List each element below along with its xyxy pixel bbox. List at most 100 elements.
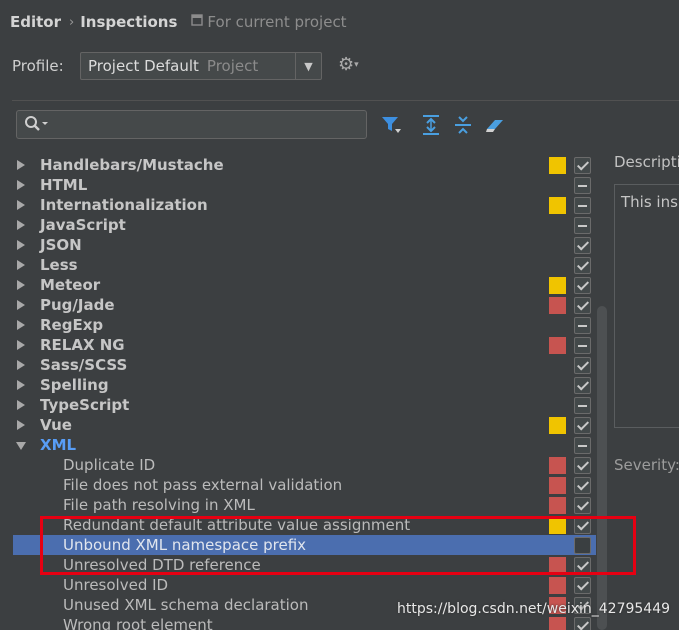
gear-icon[interactable]: ⚙▾	[338, 56, 359, 74]
severity-error-icon	[549, 477, 566, 494]
expand-arrow-right-icon[interactable]	[17, 420, 25, 430]
enable-checkbox[interactable]	[574, 197, 591, 214]
expand-arrow-right-icon[interactable]	[17, 360, 25, 370]
tree-item-row[interactable]: File does not pass external validation	[13, 475, 596, 495]
tree-item-label: Pug/Jade	[40, 296, 115, 314]
enable-checkbox[interactable]	[574, 277, 591, 294]
severity-warning-icon	[549, 277, 566, 294]
enable-checkbox[interactable]	[574, 377, 591, 394]
severity-error-icon	[549, 457, 566, 474]
enable-checkbox[interactable]	[574, 177, 591, 194]
tree-group-row[interactable]: Pug/Jade	[13, 295, 596, 315]
tree-group-row[interactable]: Spelling	[13, 375, 596, 395]
expand-arrow-right-icon[interactable]	[17, 160, 25, 170]
expand-arrow-right-icon[interactable]	[17, 320, 25, 330]
tree-item-label: JavaScript	[40, 216, 126, 234]
severity-error-icon	[549, 297, 566, 314]
tree-item-label: RegExp	[40, 316, 104, 334]
breadcrumb-editor[interactable]: Editor	[10, 13, 61, 31]
severity-label: Severity:	[614, 456, 679, 474]
enable-checkbox[interactable]	[574, 457, 591, 474]
tree-item-label: File path resolving in XML	[63, 496, 255, 514]
tree-group-row[interactable]: JavaScript	[13, 215, 596, 235]
filter-icon[interactable]	[380, 114, 402, 136]
search-input[interactable]	[16, 110, 367, 139]
tree-group-row[interactable]: Handlebars/Mustache	[13, 155, 596, 175]
expand-arrow-right-icon[interactable]	[17, 300, 25, 310]
tree-group-row[interactable]: Meteor	[13, 275, 596, 295]
tree-item-label: HTML	[40, 176, 88, 194]
tree-item-label: JSON	[40, 236, 82, 254]
expand-arrow-right-icon[interactable]	[17, 380, 25, 390]
tree-item-label: Meteor	[40, 276, 101, 294]
tree-group-row[interactable]: Vue	[13, 415, 596, 435]
expand-all-icon[interactable]	[420, 114, 442, 136]
profile-dropdown[interactable]: Project Default Project ▼	[80, 52, 322, 80]
tree-group-row[interactable]: JSON	[13, 235, 596, 255]
enable-checkbox[interactable]	[574, 477, 591, 494]
tree-group-row[interactable]: TypeScript	[13, 395, 596, 415]
highlight-box	[40, 516, 636, 575]
tree-item-row[interactable]: Wrong root element	[13, 615, 596, 630]
enable-checkbox[interactable]	[574, 497, 591, 514]
enable-checkbox[interactable]	[574, 217, 591, 234]
enable-checkbox[interactable]	[574, 297, 591, 314]
enable-checkbox[interactable]	[574, 157, 591, 174]
tree-item-label: Vue	[40, 416, 72, 434]
tree-group-row[interactable]: XML	[13, 435, 596, 455]
description-box: This insp	[614, 184, 679, 428]
enable-checkbox[interactable]	[574, 437, 591, 454]
tree-item-label: XML	[40, 436, 77, 454]
collapse-all-icon[interactable]	[452, 114, 474, 136]
tree-group-row[interactable]: RegExp	[13, 315, 596, 335]
tree-item-label: Unresolved ID	[63, 576, 169, 594]
tree-item-label: Sass/SCSS	[40, 356, 128, 374]
tree-group-row[interactable]: Less	[13, 255, 596, 275]
expand-arrow-right-icon[interactable]	[17, 280, 25, 290]
expand-arrow-right-icon[interactable]	[17, 260, 25, 270]
divider	[12, 100, 679, 101]
tree-item-label: File does not pass external validation	[63, 476, 343, 494]
tree-group-row[interactable]: Internationalization	[13, 195, 596, 215]
profile-value: Project Default	[88, 57, 199, 75]
search-icon[interactable]	[24, 115, 50, 137]
reset-icon[interactable]	[484, 114, 506, 136]
scrollbar-thumb[interactable]	[597, 306, 607, 630]
expand-arrow-down-icon[interactable]	[16, 442, 26, 450]
enable-checkbox[interactable]	[574, 397, 591, 414]
breadcrumb-inspections: Inspections	[80, 13, 178, 31]
tree-item-label: Handlebars/Mustache	[40, 156, 224, 174]
dropdown-arrow-icon[interactable]: ▼	[295, 53, 321, 79]
enable-checkbox[interactable]	[574, 417, 591, 434]
severity-error-icon	[549, 577, 566, 594]
tree-item-row[interactable]: Unresolved ID	[13, 575, 596, 595]
tree-group-row[interactable]: HTML	[13, 175, 596, 195]
expand-arrow-right-icon[interactable]	[17, 240, 25, 250]
tree-item-label: Spelling	[40, 376, 109, 394]
tree-item-label: Wrong root element	[63, 616, 213, 630]
severity-error-icon	[549, 497, 566, 514]
breadcrumb: Editor › Inspections For current project	[10, 11, 347, 33]
watermark: https://blog.csdn.net/weixin_42795449	[397, 601, 671, 617]
tree-group-row[interactable]: Sass/SCSS	[13, 355, 596, 375]
enable-checkbox[interactable]	[574, 337, 591, 354]
severity-warning-icon	[549, 417, 566, 434]
tree-item-label: Internationalization	[40, 196, 208, 214]
enable-checkbox[interactable]	[574, 357, 591, 374]
expand-arrow-right-icon[interactable]	[17, 220, 25, 230]
tree-item-label: RELAX NG	[40, 336, 125, 354]
severity-error-icon	[549, 617, 566, 630]
enable-checkbox[interactable]	[574, 577, 591, 594]
expand-arrow-right-icon[interactable]	[17, 400, 25, 410]
enable-checkbox[interactable]	[574, 617, 591, 630]
expand-arrow-right-icon[interactable]	[17, 180, 25, 190]
profile-label: Profile:	[12, 57, 64, 75]
enable-checkbox[interactable]	[574, 317, 591, 334]
expand-arrow-right-icon[interactable]	[17, 340, 25, 350]
tree-group-row[interactable]: RELAX NG	[13, 335, 596, 355]
enable-checkbox[interactable]	[574, 237, 591, 254]
enable-checkbox[interactable]	[574, 257, 591, 274]
tree-item-row[interactable]: Duplicate ID	[13, 455, 596, 475]
expand-arrow-right-icon[interactable]	[17, 200, 25, 210]
tree-item-row[interactable]: File path resolving in XML	[13, 495, 596, 515]
